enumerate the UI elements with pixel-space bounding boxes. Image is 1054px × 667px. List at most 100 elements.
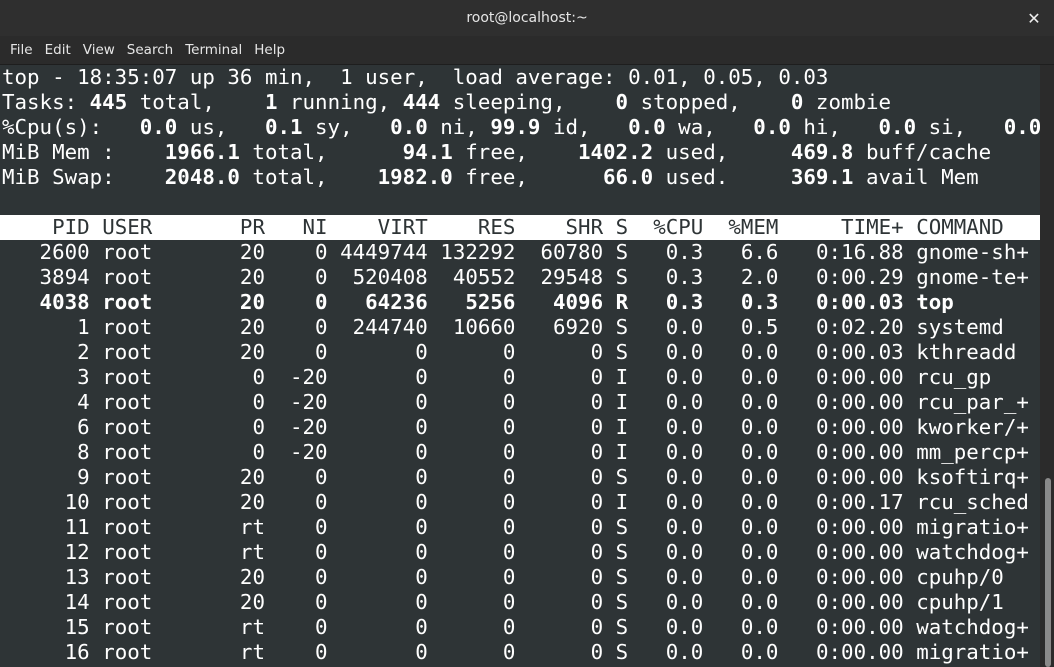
cpu-us-label: us, (177, 115, 240, 139)
cell-user: root (102, 615, 215, 639)
process-table-body: 2600 root 20 0 4449744 132292 60780 S 0.… (0, 240, 1040, 665)
cell-res: 0 (440, 465, 516, 489)
cell-pr: rt (227, 540, 265, 564)
cell-shr: 0 (527, 440, 604, 464)
cell-pid: 15 (2, 615, 90, 639)
column-header-virt: VIRT (340, 215, 428, 239)
cell-virt: 0 (340, 465, 428, 489)
cell-virt: 0 (340, 565, 428, 589)
cell-res: 5256 (440, 290, 516, 314)
cell-res: 0 (440, 540, 516, 564)
cell-pr: rt (227, 640, 265, 664)
cell-res: 0 (440, 390, 516, 414)
process-row: 3894 root 20 0 520408 40552 29548 S 0.3 … (0, 265, 1040, 290)
cell-mem: 0.0 (715, 390, 779, 414)
cell-shr: 60780 (527, 240, 604, 264)
cell-virt: 0 (340, 440, 428, 464)
cell-mem: 0.0 (715, 365, 779, 389)
cell-cmd: rcu_gp (916, 365, 1029, 389)
process-row: 16 root rt 0 0 0 0 S 0.0 0.0 0:00.00 mig… (0, 640, 1040, 665)
column-header-ni: NI (277, 215, 328, 239)
cell-shr: 0 (527, 640, 604, 664)
close-icon[interactable]: ✕ (1022, 6, 1046, 30)
cell-virt: 0 (340, 415, 428, 439)
cell-res: 132292 (440, 240, 516, 264)
cell-time: 0:00.00 (790, 390, 904, 414)
cell-cpu: 0.0 (640, 615, 704, 639)
title-bar[interactable]: root@localhost:~ ✕ (0, 0, 1054, 36)
menu-view[interactable]: View (77, 38, 121, 62)
cell-mem: 0.0 (715, 415, 779, 439)
cell-shr: 6920 (527, 315, 604, 339)
cell-mem: 0.0 (715, 590, 779, 614)
tasks-sleeping: 444 (402, 90, 441, 114)
cell-user: root (102, 490, 215, 514)
cell-ni: 0 (277, 540, 328, 564)
cell-shr: 29548 (527, 265, 604, 289)
cell-s: I (615, 390, 629, 414)
cell-cmd: mm_percp+ (916, 440, 1029, 464)
scrollbar[interactable] (1040, 65, 1054, 667)
cell-res: 0 (440, 565, 516, 589)
cell-pid: 12 (2, 540, 90, 564)
cell-user: root (102, 465, 215, 489)
cell-ni: 0 (277, 265, 328, 289)
process-row: 2600 root 20 0 4449744 132292 60780 S 0.… (0, 240, 1040, 265)
menu-edit[interactable]: Edit (39, 38, 77, 62)
cell-cmd: rcu_sched (916, 490, 1029, 514)
menu-file[interactable]: File (4, 38, 39, 62)
cell-user: root (102, 565, 215, 589)
menu-help[interactable]: Help (248, 38, 291, 62)
cell-cmd: cpuhp/0 (916, 565, 1029, 589)
swap-free-label: free, (452, 165, 541, 189)
cell-time: 0:00.00 (790, 415, 904, 439)
mem-total: 1966.1 (127, 140, 240, 164)
cell-cpu: 0.0 (640, 540, 704, 564)
column-header-pid: PID (2, 215, 90, 239)
scrollbar-thumb[interactable] (1045, 478, 1051, 667)
column-header-s: S (615, 215, 629, 239)
menu-search[interactable]: Search (121, 38, 179, 62)
cell-s: S (615, 565, 629, 589)
cell-res: 0 (440, 440, 516, 464)
cell-res: 0 (440, 365, 516, 389)
cell-virt: 0 (340, 540, 428, 564)
cell-s: S (615, 615, 629, 639)
cell-user: root (102, 440, 215, 464)
cell-mem: 0.0 (715, 340, 779, 364)
cell-pid: 3894 (2, 265, 90, 289)
cell-shr: 0 (527, 365, 604, 389)
process-row: 1 root 20 0 244740 10660 6920 S 0.0 0.5 … (0, 315, 1040, 340)
terminal-output[interactable]: top - 18:35:07 up 36 min, 1 user, load a… (0, 65, 1040, 667)
cell-ni: 0 (277, 315, 328, 339)
cell-res: 0 (440, 615, 516, 639)
process-row: 10 root 20 0 0 0 0 I 0.0 0.0 0:00.17 rcu… (0, 490, 1040, 515)
terminal-window: root@localhost:~ ✕ File Edit View Search… (0, 0, 1054, 667)
column-header-res: RES (440, 215, 516, 239)
cell-s: S (615, 340, 629, 364)
cell-ni: 0 (277, 465, 328, 489)
cell-ni: -20 (277, 365, 328, 389)
cell-cpu: 0.0 (640, 340, 704, 364)
tasks-zombie: 0 (753, 90, 804, 114)
cell-pr: 20 (227, 465, 265, 489)
cell-res: 0 (440, 490, 516, 514)
cell-pid: 16 (2, 640, 90, 664)
cell-pr: 20 (227, 340, 265, 364)
cell-ni: -20 (277, 390, 328, 414)
cell-pr: 20 (227, 290, 265, 314)
cell-pid: 13 (2, 565, 90, 589)
cell-time: 0:00.17 (790, 490, 904, 514)
clock-time: 18:35:07 (77, 65, 178, 89)
tasks-total: 445 (89, 90, 128, 114)
process-row: 11 root rt 0 0 0 0 S 0.0 0.0 0:00.00 mig… (0, 515, 1040, 540)
cell-time: 0:00.00 (790, 515, 904, 539)
menu-terminal[interactable]: Terminal (179, 38, 248, 62)
cell-cmd: kworker/+ (916, 415, 1029, 439)
cell-s: S (615, 465, 629, 489)
cell-ni: 0 (277, 615, 328, 639)
cpu-ni: 0.0 (365, 115, 428, 139)
cell-s: S (615, 590, 629, 614)
cell-pid: 2600 (2, 240, 90, 264)
top-summary-line: top - 18:35:07 up 36 min, 1 user, load a… (0, 65, 1040, 90)
